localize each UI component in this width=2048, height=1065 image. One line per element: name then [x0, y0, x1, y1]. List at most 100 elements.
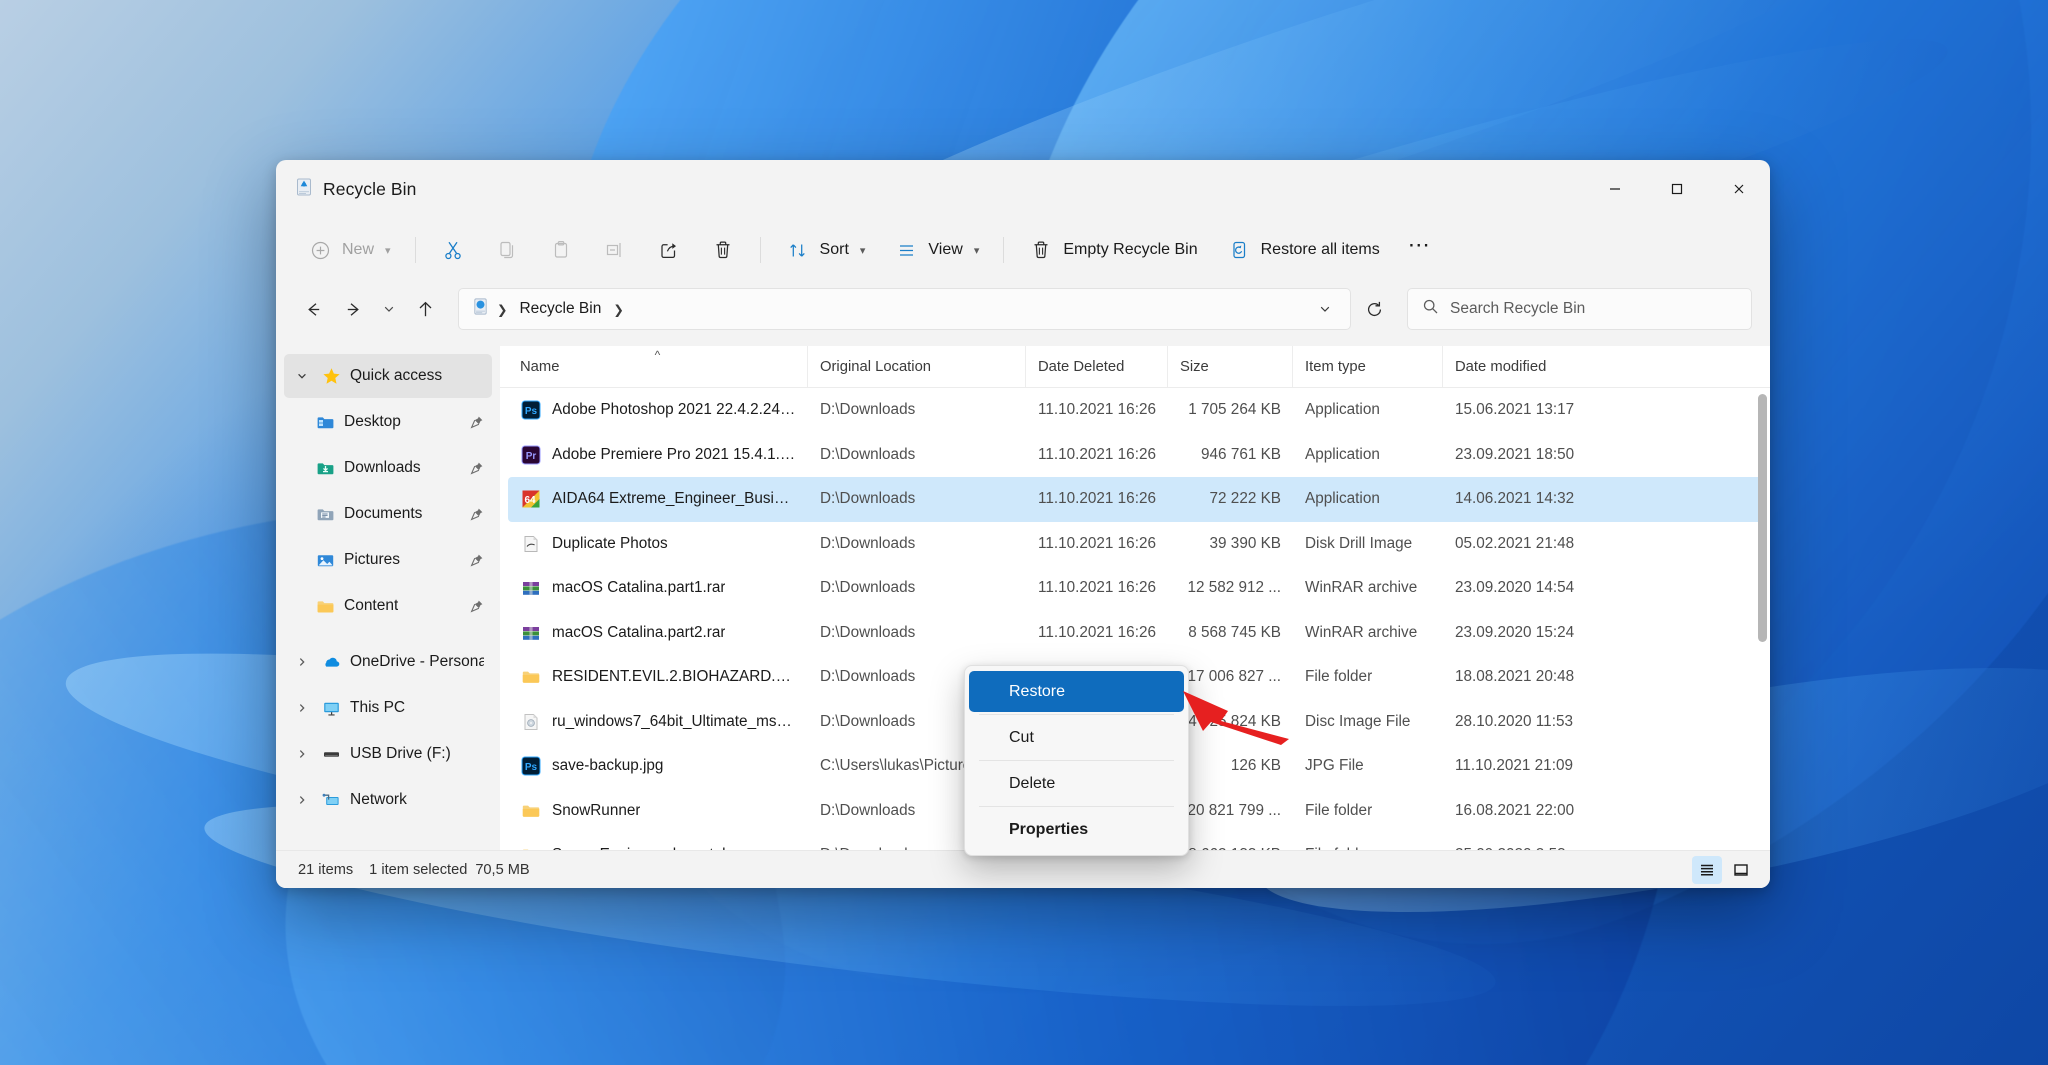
cell-size: 12 582 912 ... — [1187, 579, 1281, 597]
column-header-date-deleted[interactable]: Date Deleted — [1026, 346, 1168, 387]
minimize-button[interactable] — [1584, 160, 1646, 218]
network-icon — [320, 789, 342, 811]
forward-button[interactable] — [334, 290, 372, 328]
close-button[interactable] — [1708, 160, 1770, 218]
navigation-pane[interactable]: Quick access Desktop Downloads Documents… — [276, 346, 500, 850]
chevron-right-icon[interactable] — [292, 744, 312, 764]
sidebar-item-this-pc[interactable]: This PC — [284, 686, 492, 730]
restore-all-items-button[interactable]: Restore all items — [1213, 228, 1393, 272]
context-menu[interactable]: Restore Cut Delete Properties — [964, 665, 1189, 856]
vertical-scrollbar[interactable] — [1758, 394, 1767, 842]
sidebar-item-label: USB Drive (F:) — [350, 745, 451, 762]
chevron-right-icon[interactable] — [292, 698, 312, 718]
copy-button[interactable] — [481, 228, 533, 272]
delete-button[interactable] — [697, 228, 749, 272]
new-button[interactable]: New ▾ — [294, 228, 404, 272]
sidebar-item-label: Desktop — [344, 413, 401, 430]
empty-recycle-bin-button[interactable]: Empty Recycle Bin — [1015, 228, 1210, 272]
winrar-icon — [520, 622, 542, 644]
sidebar-item-onedrive[interactable]: OneDrive - Personal — [284, 640, 492, 684]
pin-icon[interactable] — [470, 507, 484, 521]
sidebar-item-content[interactable]: Content — [284, 584, 492, 628]
rename-button[interactable] — [589, 228, 641, 272]
column-header-size[interactable]: Size — [1168, 346, 1293, 387]
cell-name: Ps save-backup.jpg — [508, 755, 808, 777]
table-row[interactable]: Pr Adobe Premiere Pro 2021 15.4.1.6 R...… — [508, 433, 1762, 478]
pin-icon[interactable] — [470, 461, 484, 475]
see-more-button[interactable]: ⋯ — [1395, 228, 1445, 272]
sidebar-item-label: Downloads — [344, 459, 421, 476]
column-header-original-location[interactable]: Original Location — [808, 346, 1026, 387]
cell-item-type: Disk Drill Image — [1305, 534, 1413, 552]
details-view-button[interactable] — [1692, 855, 1722, 884]
sidebar-item-pictures[interactable]: Pictures — [284, 538, 492, 582]
scrollbar-thumb[interactable] — [1758, 394, 1767, 642]
large-icons-view-button[interactable] — [1726, 856, 1756, 884]
file-name: Duplicate Photos — [552, 534, 668, 552]
selection-size: 70,5 MB — [475, 861, 530, 878]
chevron-down-icon[interactable] — [292, 366, 312, 386]
cell-item-type: Application — [1305, 401, 1380, 419]
cell-date-modified: 28.10.2020 11:53 — [1455, 712, 1573, 730]
search-input[interactable] — [1450, 300, 1737, 318]
usb-drive-icon — [320, 743, 342, 765]
table-row[interactable]: Duplicate Photos D:\Downloads 11.10.2021… — [508, 522, 1762, 567]
cut-button[interactable] — [427, 228, 479, 272]
cell-date-modified: 15.06.2021 13:17 — [1455, 401, 1575, 419]
column-header-item-type[interactable]: Item type — [1293, 346, 1443, 387]
premiere-icon: Pr — [520, 444, 542, 466]
sort-button[interactable]: Sort ▾ — [772, 228, 879, 272]
chevron-right-icon[interactable] — [292, 652, 312, 672]
column-header-name[interactable]: ^ Name — [508, 346, 808, 387]
sidebar-item-quick-access[interactable]: Quick access — [284, 354, 492, 398]
maximize-button[interactable] — [1646, 160, 1708, 218]
sidebar-item-usb-drive[interactable]: USB Drive (F:) — [284, 732, 492, 776]
sidebar-item-downloads[interactable]: Downloads — [284, 446, 492, 490]
chevron-down-icon[interactable] — [1308, 292, 1342, 326]
breadcrumb-item-recycle-bin[interactable]: Recycle Bin — [514, 297, 606, 321]
file-name: RESIDENT.EVIL.2.BIOHAZARD.RE2. b... — [552, 668, 796, 686]
window-title-bar: Recycle Bin — [276, 160, 1770, 218]
file-name: AIDA64 Extreme_Engineer_Business — [552, 490, 796, 508]
cell-date-modified: 11.10.2021 21:09 — [1455, 757, 1573, 775]
table-row[interactable]: macOS Catalina.part1.rar D:\Downloads 11… — [508, 566, 1762, 611]
recent-locations-button[interactable] — [374, 290, 404, 328]
search-box[interactable] — [1407, 288, 1752, 330]
breadcrumb-separator[interactable]: ❯ — [613, 302, 623, 317]
sidebar-item-network[interactable]: Network — [284, 778, 492, 822]
context-menu-item-delete[interactable]: Delete — [969, 763, 1184, 804]
context-menu-separator — [979, 806, 1174, 807]
breadcrumb[interactable]: ❯ Recycle Bin ❯ — [458, 288, 1351, 330]
table-row[interactable]: 64 AIDA64 Extreme_Engineer_Business D:\D… — [508, 477, 1762, 522]
view-button[interactable]: View ▾ — [880, 228, 992, 272]
context-menu-item-restore[interactable]: Restore — [969, 671, 1184, 712]
cell-item-type: WinRAR archive — [1305, 623, 1418, 641]
pin-icon[interactable] — [470, 599, 484, 613]
up-button[interactable] — [406, 290, 444, 328]
sidebar-item-label: Network — [350, 791, 407, 808]
cell-location: D:\Downloads — [820, 534, 916, 552]
table-row[interactable]: macOS Catalina.part2.rar D:\Downloads 11… — [508, 611, 1762, 656]
cell-location: D:\Downloads — [820, 579, 916, 597]
column-header-date-modified[interactable]: Date modified — [1443, 346, 1643, 387]
pin-icon[interactable] — [470, 415, 484, 429]
context-menu-item-properties[interactable]: Properties — [969, 809, 1184, 850]
table-row[interactable]: Ps Adobe Photoshop 2021 22.4.2.242 R... … — [508, 388, 1762, 433]
cell-location: D:\Downloads — [820, 623, 916, 641]
back-button[interactable] — [294, 290, 332, 328]
scissors-icon — [440, 237, 466, 263]
file-name: Space Engineers by xatab — [552, 846, 731, 850]
refresh-icon[interactable] — [1357, 292, 1391, 326]
chevron-right-icon[interactable] — [292, 790, 312, 810]
file-name: SnowRunner — [552, 801, 641, 819]
share-button[interactable] — [643, 228, 695, 272]
paste-button[interactable] — [535, 228, 587, 272]
cell-date-deleted: 11.10.2021 16:26 — [1038, 445, 1156, 463]
cell-date-modified: 23.09.2020 14:54 — [1455, 579, 1575, 597]
cell-name: macOS Catalina.part2.rar — [508, 622, 808, 644]
context-menu-item-cut[interactable]: Cut — [969, 717, 1184, 758]
star-icon — [320, 365, 342, 387]
pin-icon[interactable] — [470, 553, 484, 567]
sidebar-item-desktop[interactable]: Desktop — [284, 400, 492, 444]
sidebar-item-documents[interactable]: Documents — [284, 492, 492, 536]
